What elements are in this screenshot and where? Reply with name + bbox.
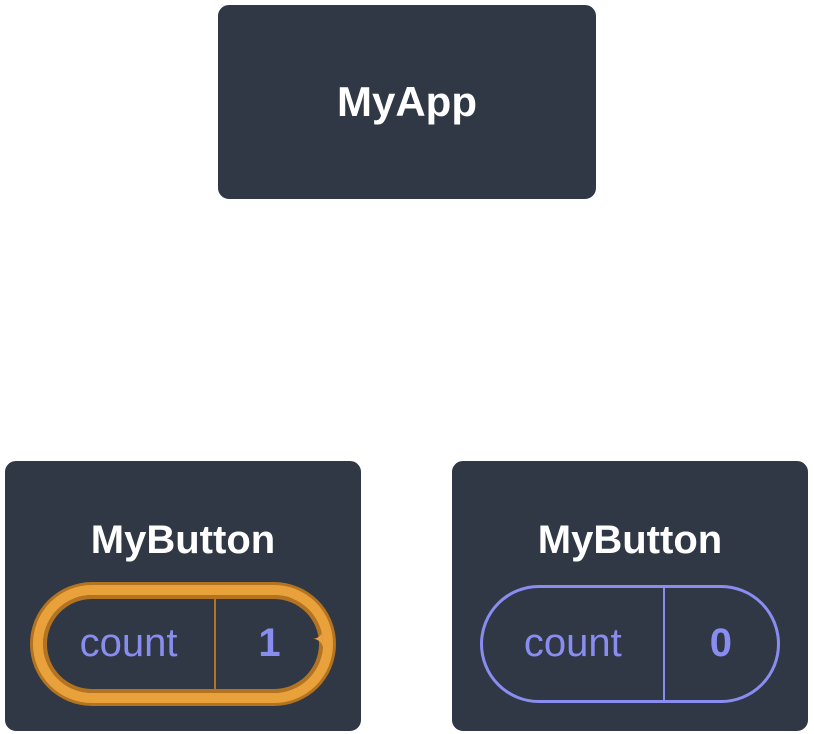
root-component-node: MyApp [215,2,599,202]
child-component-node-right: MyButton count 0 [449,458,811,734]
state-key-label: count [43,595,216,693]
child-component-node-left: MyButton count 1 ✦ ✦ [2,458,364,734]
sparkle-icon: ✦ [312,623,333,656]
state-value: 0 [665,588,777,700]
state-key-label: count [483,588,665,700]
state-pill-highlighted: count 1 ✦ ✦ [33,585,333,703]
child-component-label: MyButton [91,518,275,563]
sparkle-icon: ✦ [316,585,333,626]
child-component-label: MyButton [538,518,722,563]
state-pill: count 0 [480,585,780,703]
state-value: 1 [216,595,323,693]
root-component-label: MyApp [337,78,477,126]
